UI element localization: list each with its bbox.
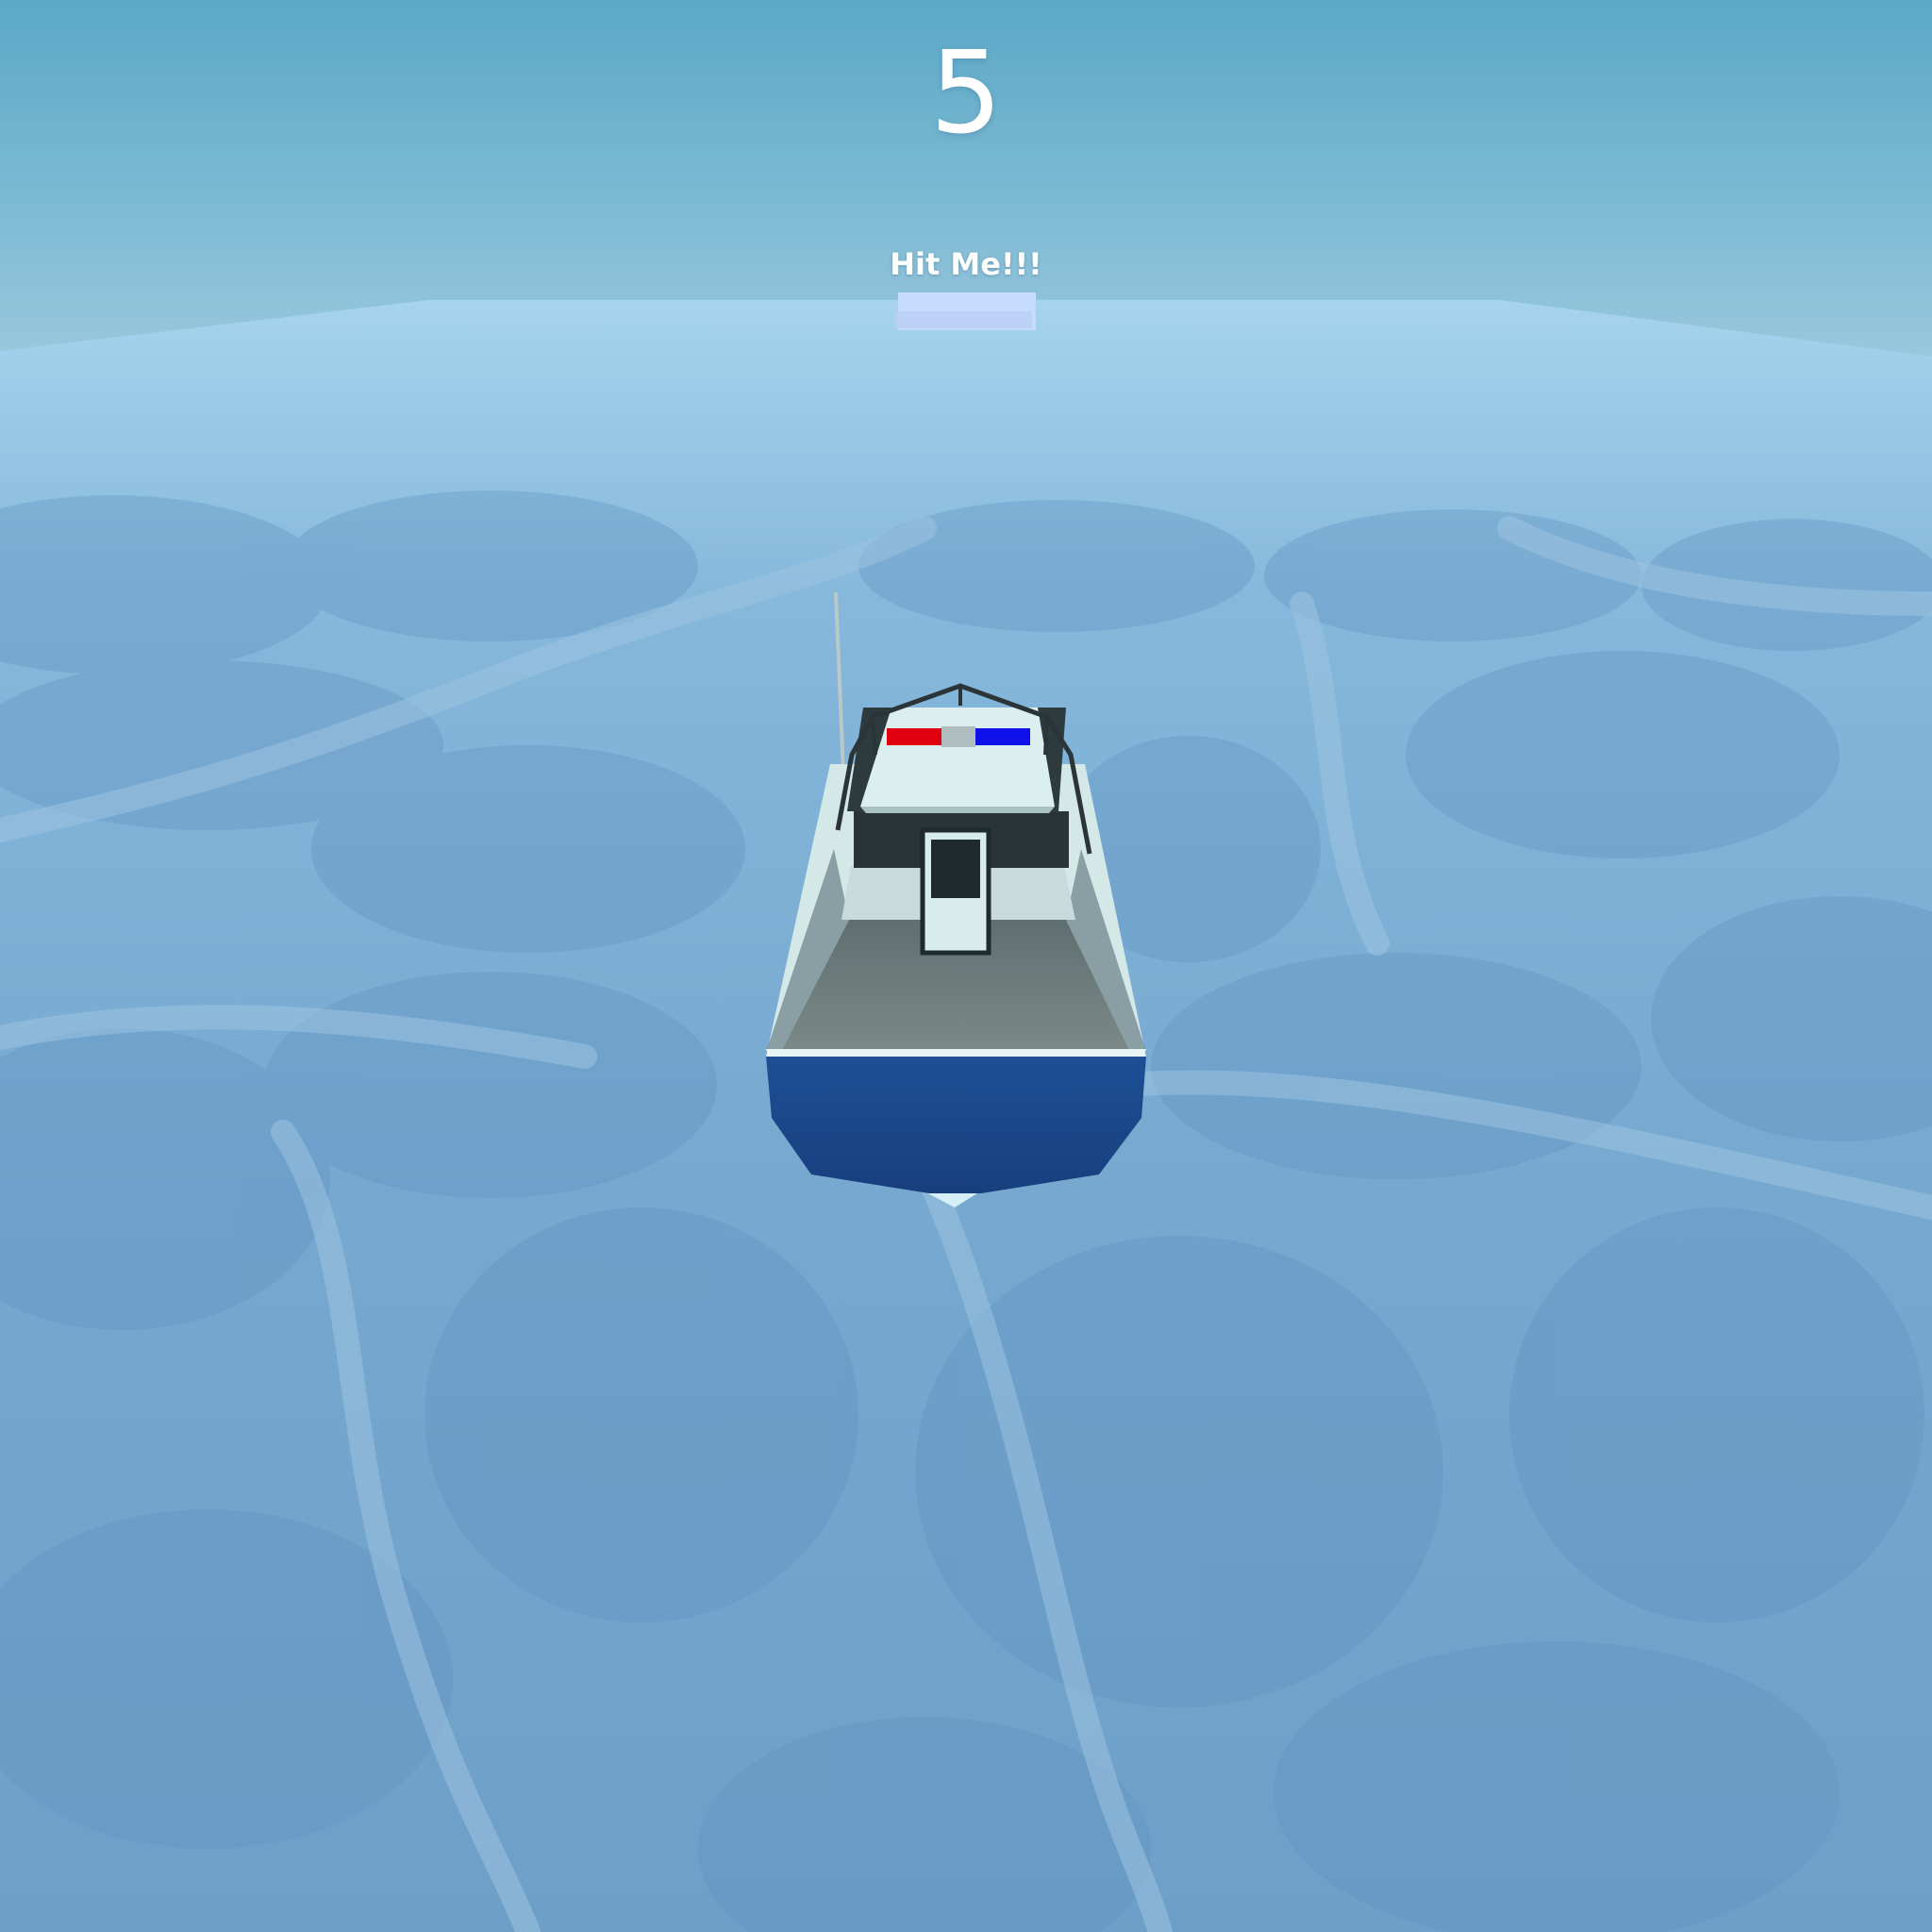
game-viewport[interactable]: 5 Hit Me!!! — [0, 0, 1932, 1932]
target-block — [894, 292, 1036, 330]
score-counter: 5 — [929, 28, 1003, 159]
target-label: Hit Me!!! — [890, 246, 1042, 282]
game-scene — [0, 0, 1932, 1932]
siren-center — [941, 726, 975, 747]
siren-red — [887, 728, 941, 745]
siren-blue — [975, 728, 1030, 745]
